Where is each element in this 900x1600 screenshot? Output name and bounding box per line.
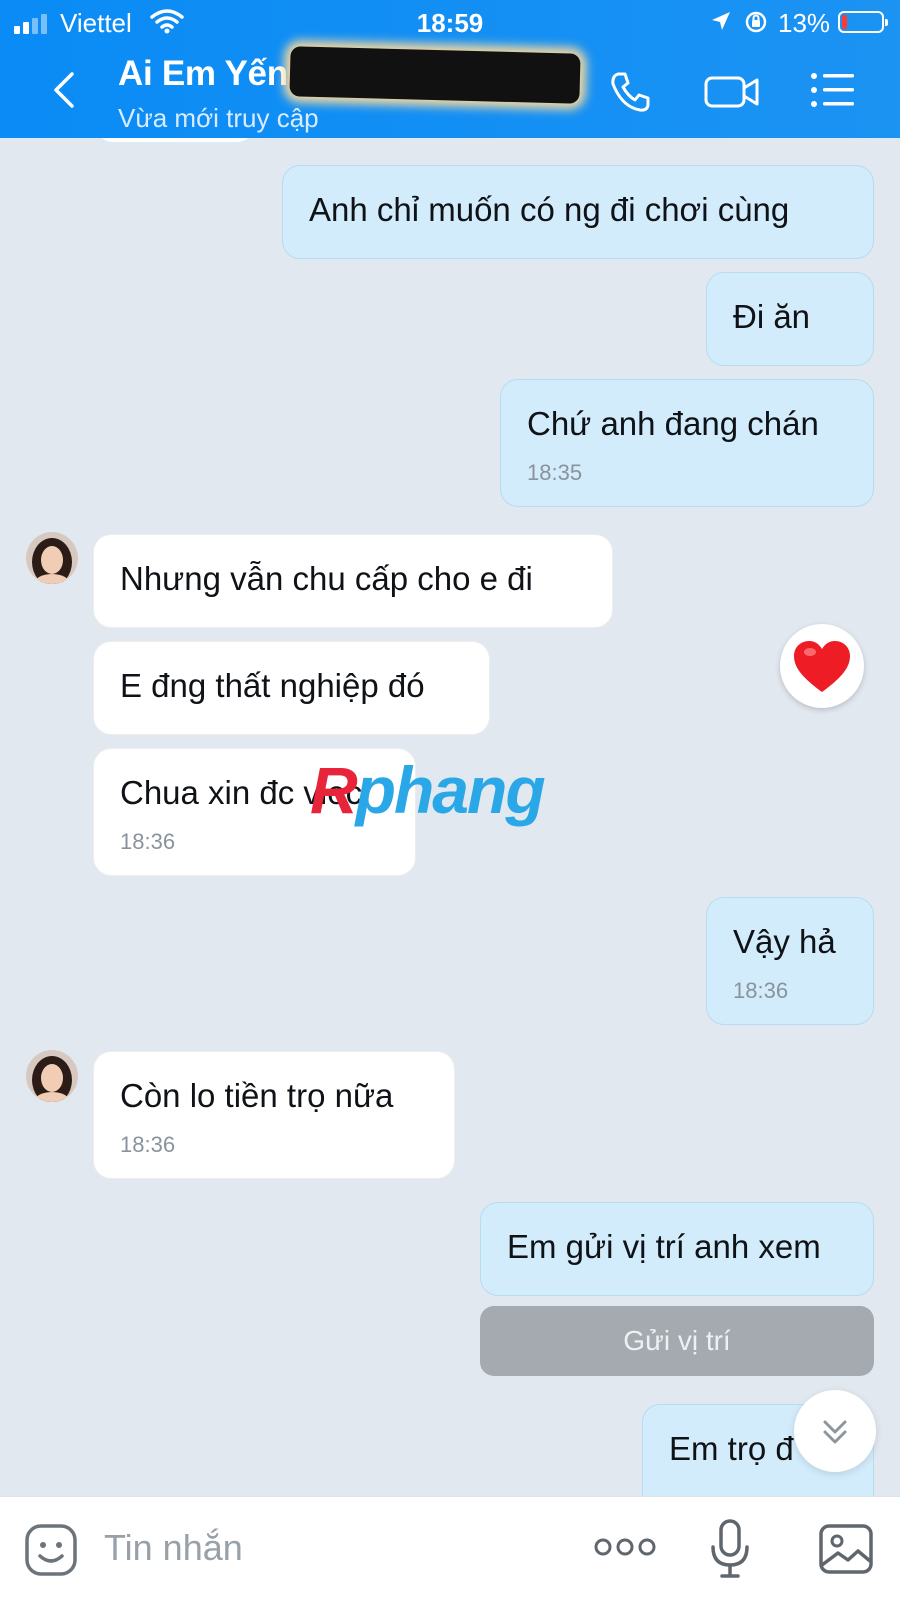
redaction-scribble [289,46,581,104]
message-text: Còn lo tiền trọ nữa [120,1077,394,1114]
battery-percent: 13% [778,8,831,38]
watermark-part1: R [310,753,358,827]
send-location-button[interactable]: Gửi vị trí [480,1306,874,1376]
image-icon [819,1524,873,1574]
microphone-icon [711,1519,749,1578]
scroll-to-bottom-button[interactable] [794,1390,876,1472]
video-call-button[interactable] [704,72,760,112]
message-bubble[interactable]: Chứ anh đang chán 18:35 [500,379,874,507]
message-text: Vậy hả [733,923,836,960]
back-button[interactable] [44,68,84,112]
heart-icon [794,641,850,692]
message-bubble[interactable]: Nhưng vẫn chu cấp cho e đi [93,534,613,628]
message-time: 18:36 [120,829,176,854]
rotation-lock-icon [744,10,768,39]
watermark-logo: Rphang [310,752,546,828]
chat-header: Viettel 18:59 13% Ai Em Yến Vừa mới truy… [0,0,900,138]
message-text: E đng thất nghiệp đó [120,667,425,704]
ellipsis-icon [594,1538,656,1556]
location-arrow-icon [710,10,732,37]
message-text: Chứ anh đang chán [527,405,819,442]
heart-reaction-button[interactable] [780,624,864,708]
message-bubble[interactable]: E đng thất nghiệp đó [93,641,490,735]
menu-button[interactable] [810,70,856,110]
message-bubble[interactable]: Còn lo tiền trọ nữa 18:36 [93,1051,455,1179]
message-composer: Tin nhắn [0,1496,900,1600]
contact-status: Vừa mới truy cập [118,103,319,133]
more-options-button[interactable] [594,1537,656,1557]
previous-message-edge [95,138,255,142]
message-bubble[interactable]: Vậy hả 18:36 [706,897,874,1025]
voice-call-button[interactable] [608,70,652,114]
contact-name[interactable]: Ai Em Yến [118,54,288,94]
message-text: Anh chỉ muốn có ng đi chơi cùng [309,191,790,228]
message-text: Em gửi vị trí anh xem [507,1228,821,1265]
contact-avatar[interactable] [26,532,78,584]
message-time: 18:36 [120,1132,176,1157]
watermark-part2: phang [355,753,546,827]
send-image-button[interactable] [818,1523,874,1575]
message-text: Đi ăn [733,298,811,335]
message-time: 18:36 [733,978,789,1003]
battery-icon [838,11,888,33]
message-text: Nhưng vẫn chu cấp cho e đi [120,560,533,597]
contact-avatar[interactable] [26,1050,78,1102]
voice-message-button[interactable] [708,1519,752,1579]
message-input[interactable]: Tin nhắn [104,1527,243,1569]
message-bubble[interactable]: Em gửi vị trí anh xem [480,1202,874,1296]
message-bubble[interactable]: Đi ăn [706,272,874,366]
message-bubble[interactable]: Anh chỉ muốn có ng đi chơi cùng [282,165,874,259]
emoji-icon [25,1524,77,1576]
double-chevron-down-icon [823,1420,847,1444]
sticker-button[interactable] [24,1523,78,1577]
message-time: 18:35 [527,460,583,485]
status-bar: Viettel 18:59 13% [0,0,900,46]
